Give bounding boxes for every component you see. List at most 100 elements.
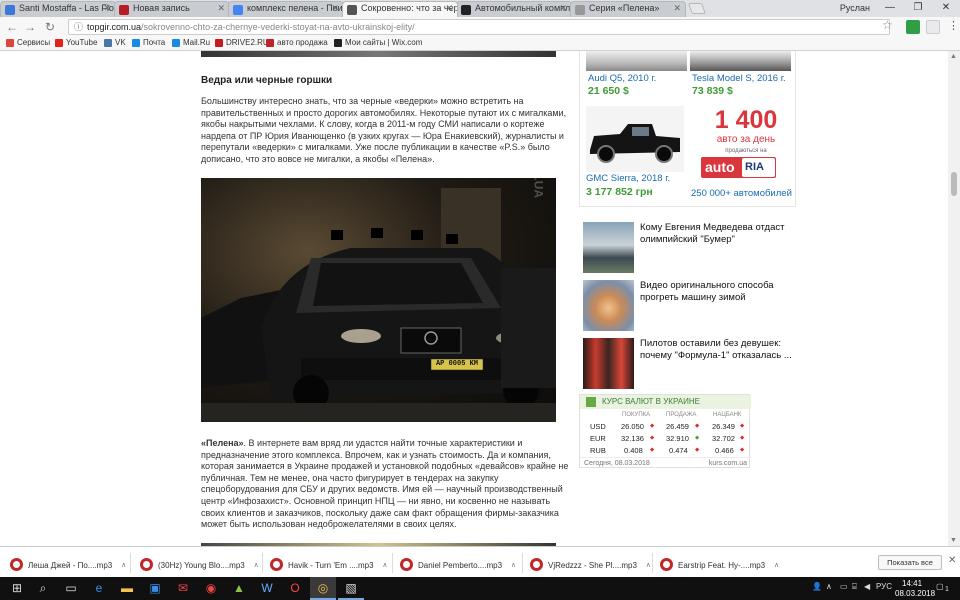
close-downloads-icon[interactable]: ✕ [948, 555, 956, 566]
info-icon[interactable]: ⓘ [74, 20, 83, 34]
previous-image [201, 51, 556, 57]
language-indicator[interactable]: РУС [876, 582, 892, 591]
chevron-up-icon[interactable]: ∧ [511, 561, 516, 569]
tab-strip: Santi Mostaffa - Las Flores ✕ Новая запи… [0, 0, 960, 17]
close-tab-icon[interactable]: ✕ [331, 3, 339, 14]
chevron-up-icon[interactable]: ∧ [254, 561, 259, 569]
start-windows-icon[interactable]: ⊞ [4, 577, 30, 600]
currency-footer: Сегодня, 08.03.2018 kurs.com.ua [580, 457, 751, 469]
currency-sell: 32.910 [666, 434, 689, 443]
mail-icon [132, 39, 140, 47]
edge-icon[interactable]: e [86, 577, 112, 600]
people-icon[interactable]: 👤 [812, 582, 822, 591]
close-tab-icon[interactable]: ✕ [673, 3, 681, 14]
bookmark-wix[interactable]: Мои сайты | Wix.com [334, 38, 422, 47]
download-item[interactable]: VjRedzzz - She Pl....mp3 ∧ [530, 558, 651, 571]
news-item[interactable]: Кому Евгения Медведева отдаст олимпийски… [583, 222, 798, 274]
tab-topgir-article[interactable]: Сокровенно: что за черные ведерки ✕ [342, 1, 458, 17]
extension-icon[interactable] [926, 20, 940, 34]
app-icon[interactable]: ▲ [226, 577, 252, 600]
profile-name[interactable]: Руслан [840, 3, 870, 13]
bookmark-vk[interactable]: VK [104, 38, 126, 47]
bookmark-mailru[interactable]: Mail.Ru [172, 38, 210, 47]
close-tab-icon[interactable]: ✕ [217, 3, 225, 14]
currency-source-link[interactable]: kurs.com.ua [709, 458, 747, 469]
forward-icon[interactable]: → [22, 19, 38, 35]
clock-time[interactable]: 14:41 [902, 579, 922, 588]
news-thumbnail [583, 280, 634, 331]
scroll-down-icon[interactable]: ▼ [950, 537, 957, 544]
close-tab-icon[interactable]: ✕ [445, 3, 453, 14]
chevron-up-icon[interactable]: ∧ [826, 582, 832, 591]
bookmark-services[interactable]: Сервисы [6, 38, 50, 47]
chevron-up-icon[interactable]: ∧ [774, 561, 779, 569]
bookmark-mail[interactable]: Почта [132, 38, 165, 47]
tab-auto-complex[interactable]: Автомобильный комплекс ✕ [456, 1, 572, 17]
tab-santi-mostaffa[interactable]: Santi Mostaffa - Las Flores ✕ [0, 1, 116, 17]
news-item[interactable]: Видео оригинального способа прогреть маш… [583, 280, 798, 332]
autoria-promo[interactable]: 1 400 авто за день продаються на auto RI… [701, 106, 791, 178]
tab-pelena-series[interactable]: Серия «Пелена» ✕ [570, 1, 686, 17]
media-app-icon[interactable]: ◉ [198, 577, 224, 600]
reload-icon[interactable]: ↻ [42, 19, 58, 35]
currency-sell: 0.474 [669, 446, 688, 455]
clock-date[interactable]: 08.03.2018 [895, 589, 935, 598]
download-item[interactable]: Earstrip Feat. Hy-....mp3 ∧ [660, 558, 779, 571]
tab-title: Автомобильный комплекс [475, 3, 571, 13]
autos-count-link[interactable]: 250 000+ автомобилей [691, 188, 792, 199]
download-item[interactable]: Havik - Turn 'Em ....mp3 ∧ [270, 558, 388, 571]
chevron-up-icon[interactable]: ∧ [121, 561, 126, 569]
scroll-up-icon[interactable]: ▲ [950, 53, 957, 60]
arrow-down-icon: ◆ [695, 423, 700, 429]
chevron-up-icon[interactable]: ∧ [646, 561, 651, 569]
bookmark-auto-sale[interactable]: авто продажа [266, 38, 328, 47]
network-icon[interactable]: ⌸ [852, 582, 857, 592]
volume-icon[interactable]: ◀ [864, 582, 870, 591]
opera-icon[interactable]: O [282, 577, 308, 600]
download-name: Daniel Pemberto....mp3 [418, 561, 503, 570]
article-paragraph: Большинству интересно знать, что за черн… [201, 96, 567, 164]
browser-toolbar: ← → ↻ ⓘ topgir.com.ua/sokrovenno-chto-za… [0, 17, 960, 37]
article-photo: AP 0005 KM LB.UA [201, 178, 556, 422]
bookmark-youtube[interactable]: YouTube [55, 38, 97, 47]
notification-icon[interactable]: ▢ [936, 582, 944, 591]
bookmark-label: Mail.Ru [183, 38, 211, 47]
news-item[interactable]: Пилотов оставили без девушек: почему "Фо… [583, 338, 798, 390]
car-photo-gmc[interactable] [586, 106, 684, 172]
autoria-logo: auto RIA [701, 157, 776, 178]
close-tab-icon[interactable]: ✕ [103, 3, 111, 14]
car-name[interactable]: GMC Sierra, 2018 г. [586, 173, 670, 184]
car-photo-illustration [201, 188, 556, 422]
download-item[interactable]: (30Hz) Young Blo....mp3 ∧ [140, 558, 259, 571]
file-explorer-icon[interactable]: ▬ [114, 577, 140, 600]
page-scrollbar[interactable]: ▲ ▼ [948, 51, 960, 546]
store-icon[interactable]: ▣ [142, 577, 168, 600]
download-item[interactable]: Daniel Pemberto....mp3 ∧ [400, 558, 516, 571]
mail-app-icon[interactable]: ✉ [170, 577, 196, 600]
close-window-icon[interactable]: ✕ [932, 0, 960, 16]
task-view-icon[interactable]: ▭ [58, 577, 84, 600]
restore-icon[interactable]: ❐ [904, 0, 932, 16]
car-price[interactable]: 3 177 852 грн [586, 186, 653, 198]
tab-google-search[interactable]: комплекс пелена - Поиск ✕ [228, 1, 344, 17]
bookmark-star-icon[interactable]: ☆ [882, 18, 893, 32]
tab-new-post[interactable]: Новая запись ✕ [114, 1, 230, 17]
download-item[interactable]: Леша Джей - По....mp3 ∧ [10, 558, 126, 571]
chrome-icon[interactable]: ◎ [310, 577, 336, 600]
scroll-thumb[interactable] [951, 172, 957, 196]
extension-icon[interactable] [906, 20, 920, 34]
photos-icon[interactable]: ▧ [338, 577, 364, 600]
close-tab-icon[interactable]: ✕ [559, 3, 567, 14]
back-icon[interactable]: ← [4, 19, 20, 35]
word-icon[interactable]: W [254, 577, 280, 600]
address-bar[interactable]: ⓘ topgir.com.ua/sokrovenno-chto-za-chern… [68, 19, 890, 35]
show-all-downloads-button[interactable]: Показать все [878, 555, 942, 570]
battery-icon[interactable]: ▭ [840, 582, 848, 591]
minimize-icon[interactable]: — [876, 0, 904, 16]
page-favicon-icon [347, 5, 357, 15]
new-tab-button[interactable] [687, 3, 707, 14]
menu-icon[interactable]: ⋮ [948, 19, 959, 32]
search-icon[interactable]: ⌕ [30, 577, 56, 600]
chevron-up-icon[interactable]: ∧ [382, 561, 387, 569]
bookmark-drive2[interactable]: DRIVE2.RU [215, 38, 269, 47]
